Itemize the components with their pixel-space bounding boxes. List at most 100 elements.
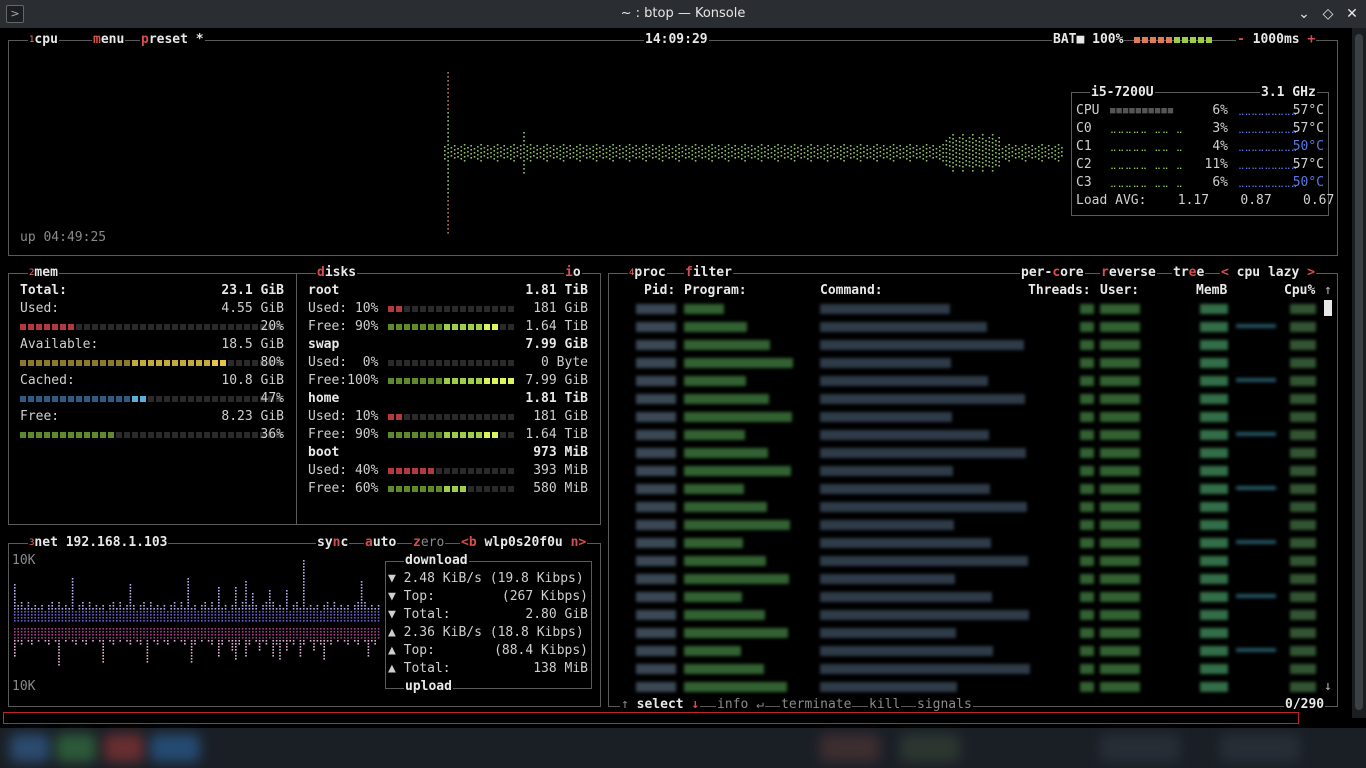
- proc-cell[interactable]: [636, 304, 676, 314]
- proc-cell[interactable]: [1080, 340, 1094, 350]
- proc-scroll-down-icon[interactable]: ↓: [1324, 678, 1332, 696]
- proc-cell[interactable]: [684, 610, 765, 620]
- proc-cell[interactable]: [820, 646, 993, 656]
- proc-box-label[interactable]: 4proc: [628, 264, 667, 282]
- proc-cell[interactable]: [1080, 304, 1094, 314]
- proc-cell[interactable]: [684, 466, 791, 476]
- proc-cell[interactable]: [1080, 628, 1094, 638]
- proc-cell[interactable]: [1080, 664, 1094, 674]
- proc-cell[interactable]: [1100, 394, 1140, 404]
- proc-cell[interactable]: [1290, 592, 1316, 602]
- proc-reverse-toggle[interactable]: reverse: [1100, 264, 1157, 282]
- proc-cell[interactable]: [684, 502, 767, 512]
- proc-cell[interactable]: [820, 466, 953, 476]
- proc-cell[interactable]: [1100, 682, 1140, 692]
- proc-scroll-thumb[interactable]: [1324, 300, 1332, 316]
- proc-cell[interactable]: [1290, 574, 1316, 584]
- proc-cell[interactable]: [636, 358, 676, 368]
- proc-cell[interactable]: [820, 538, 991, 548]
- proc-cell[interactable]: [820, 304, 950, 314]
- proc-cell[interactable]: [1080, 322, 1094, 332]
- proc-cell[interactable]: [1290, 556, 1316, 566]
- proc-cell[interactable]: [1290, 358, 1316, 368]
- proc-cell[interactable]: [636, 556, 676, 566]
- proc-cell[interactable]: [636, 520, 676, 530]
- taskbar-tray-3[interactable]: [1100, 734, 1180, 762]
- cpu-menu-button[interactable]: menu: [92, 31, 126, 49]
- proc-cell[interactable]: [1080, 394, 1094, 404]
- proc-cell[interactable]: [636, 430, 676, 440]
- proc-cell[interactable]: [1290, 646, 1316, 656]
- proc-cell[interactable]: [1100, 304, 1140, 314]
- proc-cell[interactable]: [636, 412, 676, 422]
- proc-cell[interactable]: [684, 646, 741, 656]
- proc-cell[interactable]: [820, 358, 951, 368]
- proc-cell[interactable]: [684, 628, 788, 638]
- terminal-scrollbar[interactable]: [1352, 28, 1366, 718]
- proc-cell[interactable]: [1200, 628, 1228, 638]
- net-box-label[interactable]: 3net 192.168.1.103: [28, 534, 169, 552]
- proc-header-memb[interactable]: MemB: [1196, 282, 1227, 300]
- proc-cell[interactable]: [1290, 466, 1316, 476]
- proc-cell[interactable]: [636, 394, 676, 404]
- proc-cell[interactable]: [1080, 646, 1094, 656]
- proc-cell[interactable]: [1290, 610, 1316, 620]
- proc-cell[interactable]: [1290, 628, 1316, 638]
- proc-cell[interactable]: [1290, 484, 1316, 494]
- proc-cell[interactable]: [636, 376, 676, 386]
- proc-cell[interactable]: [636, 574, 676, 584]
- proc-header-command[interactable]: Command:: [820, 282, 883, 300]
- proc-cell[interactable]: [820, 394, 1025, 404]
- proc-cell[interactable]: [1100, 340, 1140, 350]
- proc-cell[interactable]: [820, 556, 1028, 566]
- cpu-box-label[interactable]: 1cpu: [28, 31, 59, 49]
- disks-label[interactable]: disks: [316, 264, 358, 282]
- proc-cell[interactable]: [1200, 412, 1228, 422]
- proc-cell[interactable]: [636, 484, 676, 494]
- proc-cell[interactable]: [684, 538, 743, 548]
- proc-cell[interactable]: [1080, 430, 1094, 440]
- taskbar-tray-2[interactable]: [900, 734, 960, 762]
- proc-cell[interactable]: [636, 340, 676, 350]
- cpu-preset-button[interactable]: preset *: [140, 31, 205, 49]
- proc-cell[interactable]: [684, 664, 764, 674]
- proc-cell[interactable]: [1200, 340, 1228, 350]
- proc-header-user[interactable]: User:: [1100, 282, 1139, 300]
- terminal-input-line[interactable]: [3, 712, 1299, 724]
- proc-cell[interactable]: [1080, 412, 1094, 422]
- proc-cell[interactable]: [1290, 448, 1316, 458]
- io-toggle[interactable]: io: [564, 264, 582, 282]
- proc-cell[interactable]: [684, 484, 744, 494]
- proc-cell[interactable]: [636, 322, 676, 332]
- proc-header-threads[interactable]: Threads:: [1028, 282, 1091, 300]
- proc-cell[interactable]: [1200, 520, 1228, 530]
- proc-cell[interactable]: [684, 394, 769, 404]
- proc-cell[interactable]: [1290, 340, 1316, 350]
- proc-filter-button[interactable]: filter: [684, 264, 733, 282]
- proc-cell[interactable]: [820, 574, 955, 584]
- proc-cell[interactable]: [684, 448, 768, 458]
- proc-cell[interactable]: [1080, 448, 1094, 458]
- proc-cell[interactable]: [1200, 502, 1228, 512]
- net-iface-selector[interactable]: <b wlp0s20f0u n>: [460, 534, 588, 552]
- proc-cell[interactable]: [1290, 664, 1316, 674]
- disk-home-name[interactable]: home: [308, 390, 339, 408]
- proc-per-core-toggle[interactable]: per-core: [1020, 264, 1085, 282]
- proc-cell[interactable]: [1100, 412, 1140, 422]
- maximize-icon[interactable]: ◇: [1318, 4, 1338, 24]
- proc-cell[interactable]: [1100, 502, 1140, 512]
- net-auto-toggle[interactable]: auto: [364, 534, 398, 552]
- proc-cell[interactable]: [636, 466, 676, 476]
- proc-cell[interactable]: [1100, 520, 1140, 530]
- taskbar-tray-1[interactable]: [820, 734, 880, 762]
- proc-cell[interactable]: [1290, 538, 1316, 548]
- proc-cell[interactable]: [684, 358, 793, 368]
- proc-cell[interactable]: [1100, 646, 1140, 656]
- proc-cell[interactable]: [820, 628, 956, 638]
- proc-cell[interactable]: [1080, 520, 1094, 530]
- proc-sort-selector[interactable]: < cpu lazy >: [1220, 264, 1316, 282]
- proc-cell[interactable]: [636, 682, 676, 692]
- proc-cell[interactable]: [820, 412, 952, 422]
- proc-cell[interactable]: [820, 322, 987, 332]
- proc-cell[interactable]: [820, 430, 989, 440]
